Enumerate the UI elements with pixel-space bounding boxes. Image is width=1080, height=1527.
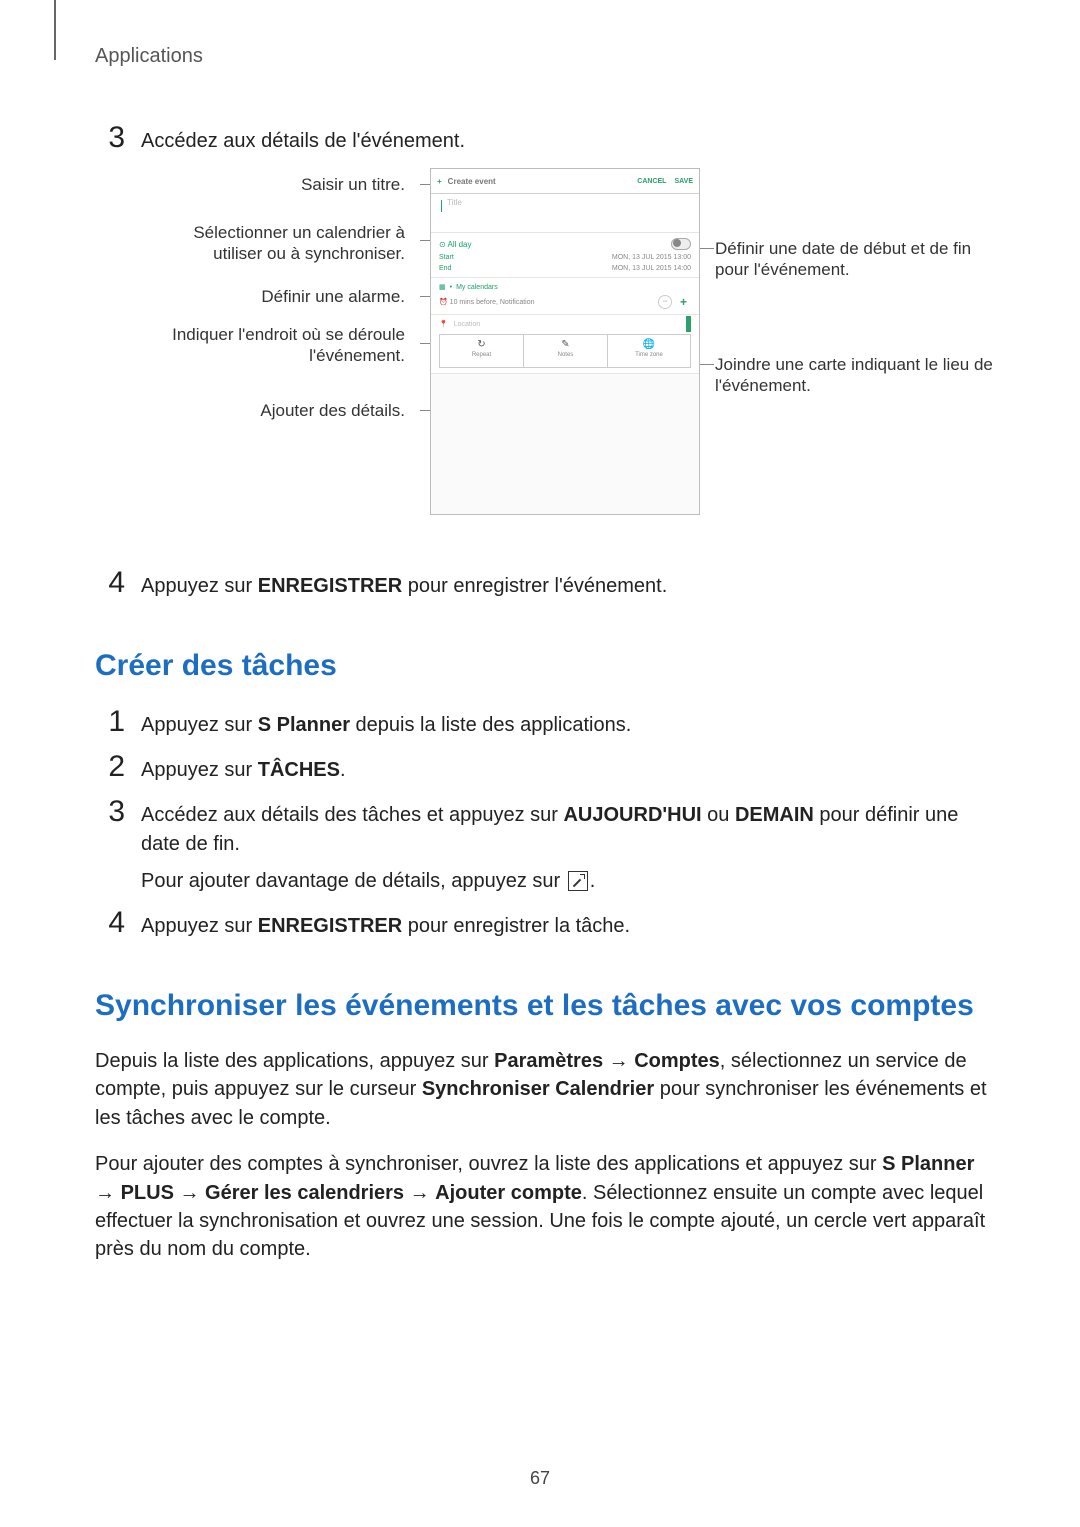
section-tasks-title: Créer des tâches xyxy=(95,649,990,683)
callout-date: Définir une date de début et de fin pour… xyxy=(715,238,995,281)
callout-map: Joindre une carte indiquant le lieu de l… xyxy=(715,354,995,397)
allday-label: All day xyxy=(447,240,471,249)
add-alarm-icon[interactable]: + xyxy=(680,295,691,309)
step-text: Accédez aux détails des tâches et appuye… xyxy=(125,797,990,896)
diagram: Saisir un titre. Sélectionner un calendr… xyxy=(95,168,990,538)
step-number: 2 xyxy=(95,752,125,785)
step-text: Appuyez sur TÂCHES. xyxy=(125,752,990,785)
end-row[interactable]: EndMON, 13 JUL 2015 14:00 xyxy=(439,265,691,272)
edit-icon xyxy=(568,871,588,891)
task-step-2: 2 Appuyez sur TÂCHES. xyxy=(95,752,990,785)
timezone-icon: 🌐 xyxy=(608,339,690,350)
location-row[interactable]: 📍 Location xyxy=(439,320,691,328)
sync-paragraph-2: Pour ajouter des comptes à synchroniser,… xyxy=(95,1150,990,1264)
step-number: 1 xyxy=(95,707,125,740)
page-number: 67 xyxy=(0,1468,1080,1489)
callout-details: Ajouter des détails. xyxy=(165,400,405,421)
phone-mock: + Create event CANCEL SAVE Title ⊙ All d… xyxy=(430,168,700,515)
detail-buttons: ↻Repeat ✎Notes 🌐Time zone xyxy=(439,334,691,368)
header-marker xyxy=(54,0,56,60)
step-number: 4 xyxy=(95,908,125,941)
task-step-3: 3 Accédez aux détails des tâches et appu… xyxy=(95,797,990,896)
calendar-icon: ▦ xyxy=(439,283,446,291)
step-number: 3 xyxy=(95,123,125,156)
timezone-button[interactable]: 🌐Time zone xyxy=(607,334,691,368)
step-text: Accédez aux détails de l'événement. xyxy=(125,123,990,156)
start-row[interactable]: StartMON, 13 JUL 2015 13:00 xyxy=(439,254,691,261)
callout-alarm: Définir une alarme. xyxy=(165,286,405,307)
section-sync-title: Synchroniser les événements et les tâche… xyxy=(95,989,990,1023)
callout-calendar: Sélectionner un calendrier à utiliser ou… xyxy=(145,222,405,265)
location-icon: 📍 xyxy=(439,320,448,328)
plus-icon: + xyxy=(437,177,442,186)
step-4a: 4 Appuyez sur ENREGISTRER pour enregistr… xyxy=(95,568,990,601)
allday-row: ⊙ All day xyxy=(439,238,691,250)
title-field[interactable]: Title xyxy=(431,194,699,233)
repeat-button[interactable]: ↻Repeat xyxy=(439,334,523,368)
notes-button[interactable]: ✎Notes xyxy=(523,334,607,368)
create-event-label: Create event xyxy=(448,177,630,186)
step-text: Appuyez sur ENREGISTRER pour enregistrer… xyxy=(125,908,990,941)
allday-toggle[interactable] xyxy=(671,238,691,250)
task-step-1: 1 Appuyez sur S Planner depuis la liste … xyxy=(95,707,990,740)
phone-header: + Create event CANCEL SAVE xyxy=(431,169,699,194)
remove-alarm-icon[interactable]: − xyxy=(658,295,672,309)
step-number: 3 xyxy=(95,797,125,896)
notes-icon: ✎ xyxy=(524,339,607,350)
repeat-icon: ↻ xyxy=(440,339,523,350)
step-3: 3 Accédez aux détails de l'événement. xyxy=(95,123,990,156)
sync-paragraph-1: Depuis la liste des applications, appuye… xyxy=(95,1047,990,1132)
task-step-4: 4 Appuyez sur ENREGISTRER pour enregistr… xyxy=(95,908,990,941)
cancel-button[interactable]: CANCEL xyxy=(637,178,666,185)
save-button[interactable]: SAVE xyxy=(674,178,693,185)
step-text: Appuyez sur S Planner depuis la liste de… xyxy=(125,707,990,740)
alarm-row[interactable]: ⏰ 10 mins before, Notification − + xyxy=(439,295,691,309)
callout-location: Indiquer l'endroit où se déroule l'événe… xyxy=(125,324,405,367)
calendar-row[interactable]: ▦ • My calendars xyxy=(439,283,691,291)
page-header: Applications xyxy=(95,45,990,68)
callout-title: Saisir un titre. xyxy=(185,174,405,195)
step-text: Appuyez sur ENREGISTRER pour enregistrer… xyxy=(125,568,990,601)
step-number: 4 xyxy=(95,568,125,601)
title-placeholder: Title xyxy=(447,198,462,207)
